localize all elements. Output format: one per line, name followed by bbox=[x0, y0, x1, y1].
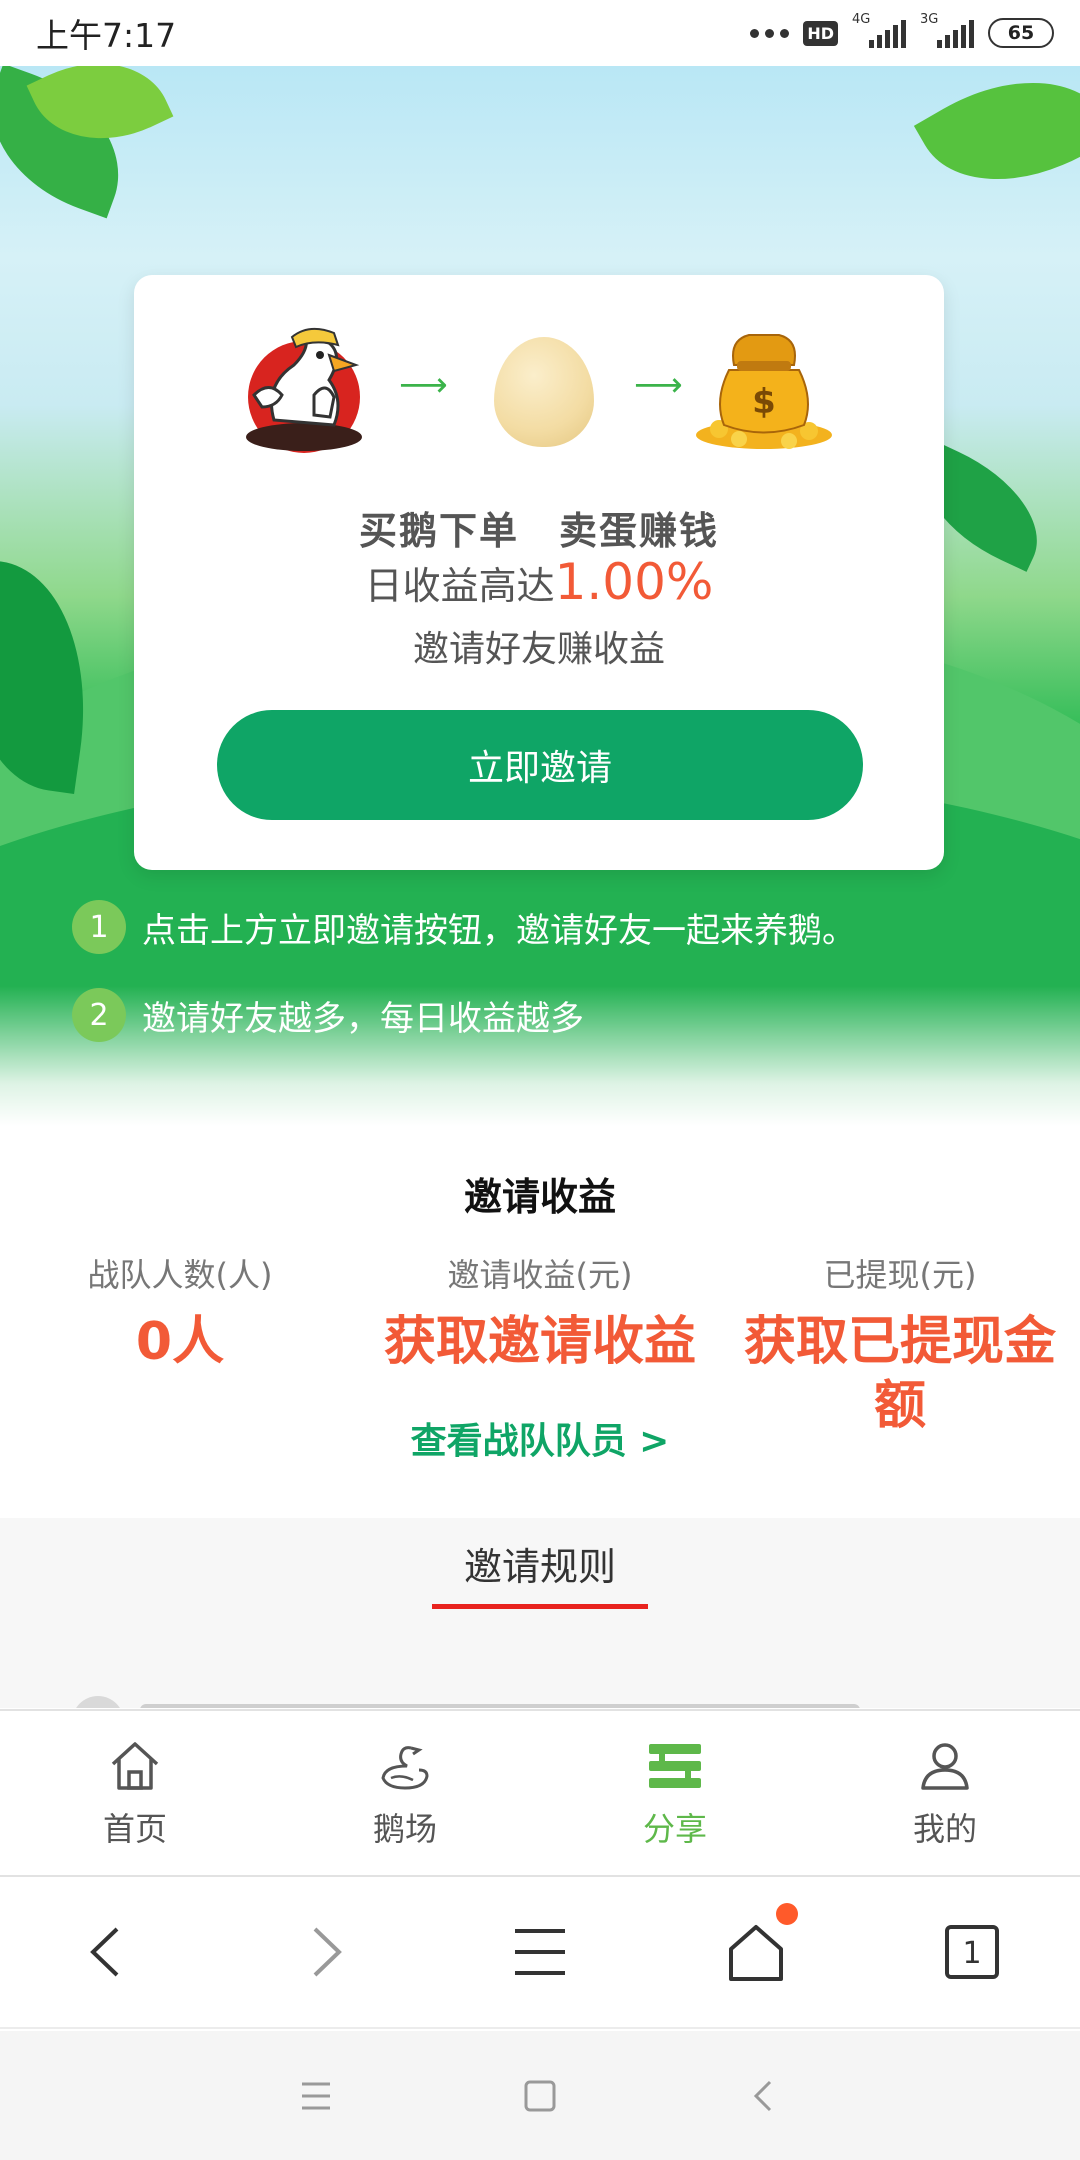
step-item: 2 邀请好友越多，每日收益越多 bbox=[72, 988, 584, 1042]
goose-mascot-icon bbox=[246, 327, 362, 453]
step-text: 邀请好友越多，每日收益越多 bbox=[142, 998, 584, 1039]
browser-home-button[interactable] bbox=[648, 1877, 864, 2027]
tab-share[interactable]: 分享 bbox=[540, 1711, 810, 1875]
recents-icon[interactable] bbox=[294, 2074, 338, 2118]
square-home-icon[interactable] bbox=[518, 2074, 562, 2118]
stat-label: 已提现(元) bbox=[823, 1256, 977, 1294]
arrow-right-icon: ⟶ bbox=[634, 365, 683, 405]
card-rate-prefix: 日收益高达 bbox=[364, 564, 555, 608]
tab-label: 分享 bbox=[642, 1810, 707, 1848]
browser-tabs-button[interactable]: 1 bbox=[864, 1877, 1080, 2027]
step-item: 1 点击上方立即邀请按钮，邀请好友一起来养鹅。 bbox=[72, 900, 856, 954]
browser-menu-button[interactable] bbox=[432, 1877, 648, 2027]
notification-dot bbox=[776, 1903, 798, 1925]
back-icon[interactable] bbox=[742, 2074, 786, 2118]
tab-goose-farm[interactable]: 鹅场 bbox=[270, 1711, 540, 1875]
tab-label: 鹅场 bbox=[372, 1810, 437, 1848]
tab-label: 我的 bbox=[912, 1810, 977, 1848]
battery-icon: 65 bbox=[988, 18, 1054, 48]
leaf-decoration bbox=[913, 66, 1080, 222]
money-bag-icon: $ bbox=[696, 334, 832, 449]
stat-value: 获取邀请收益 bbox=[383, 1312, 696, 1372]
daily-rate: 1.00% bbox=[554, 553, 714, 611]
stat-value: 0人 bbox=[135, 1312, 225, 1372]
stat-team-count: 战队人数(人) 0人 bbox=[0, 1250, 360, 1374]
battery-level: 65 bbox=[1007, 22, 1035, 44]
home-icon bbox=[111, 1742, 159, 1790]
svg-text:$: $ bbox=[752, 382, 776, 422]
menu-icon bbox=[515, 1929, 565, 1975]
tabs-icon: 1 bbox=[945, 1925, 999, 1979]
step-number: 1 bbox=[72, 900, 126, 954]
app-page: 上午7:17 HD 4G 3G 65 ⟶ ⟶ $ 买鹅下单 卖蛋赚钱 日收益高达… bbox=[0, 0, 1080, 2160]
process-illustration: ⟶ ⟶ $ bbox=[134, 325, 944, 455]
signal-3g-icon: 3G bbox=[920, 12, 974, 50]
status-icons: HD 4G 3G 65 bbox=[750, 12, 1054, 50]
user-icon bbox=[921, 1743, 969, 1790]
tab-invite-rules[interactable]: 邀请规则 bbox=[0, 1536, 1080, 1591]
signal-4g-icon: 4G bbox=[852, 12, 906, 50]
share-icon bbox=[649, 1744, 701, 1788]
stat-label: 邀请收益(元) bbox=[447, 1256, 633, 1294]
tab-active-indicator bbox=[432, 1604, 648, 1609]
more-dots-icon bbox=[750, 28, 790, 38]
arrow-right-icon: ⟶ bbox=[399, 365, 448, 405]
chevron-left-icon bbox=[90, 1927, 119, 1977]
home-icon bbox=[729, 1925, 783, 1981]
tab-home[interactable]: 首页 bbox=[0, 1711, 270, 1875]
stat-withdrawn: 已提现(元) 获取已提现金额 bbox=[720, 1250, 1080, 1438]
browser-back-button[interactable] bbox=[0, 1877, 216, 2027]
status-bar: 上午7:17 HD 4G 3G 65 bbox=[0, 0, 1080, 66]
card-headline: 买鹅下单 卖蛋赚钱 bbox=[358, 509, 719, 553]
rules-first-item-peek bbox=[72, 1696, 872, 1708]
stat-label: 战队人数(人) bbox=[87, 1256, 273, 1294]
card-subline: 邀请好友赚收益 bbox=[412, 629, 665, 670]
invite-now-button[interactable]: 立即邀请 bbox=[217, 710, 863, 820]
earnings-title: 邀请收益 bbox=[463, 1175, 616, 1219]
tab-mine[interactable]: 我的 bbox=[810, 1711, 1080, 1875]
card-rate-line: 日收益高达1.00% bbox=[134, 553, 944, 611]
rules-section: 邀请规则 bbox=[0, 1518, 1080, 1708]
chevron-right-icon bbox=[313, 1927, 342, 1977]
system-navigation-bar bbox=[0, 2031, 1080, 2160]
egg-icon bbox=[494, 337, 594, 447]
tab-label: 首页 bbox=[102, 1810, 167, 1848]
browser-forward-button[interactable] bbox=[216, 1877, 432, 2027]
browser-toolbar: 1 bbox=[0, 1877, 1080, 2029]
step-number: 2 bbox=[72, 988, 126, 1042]
hd-badge: HD bbox=[803, 20, 838, 46]
step-text: 点击上方立即邀请按钮，邀请好友一起来养鹅。 bbox=[142, 910, 856, 951]
tab-count: 1 bbox=[962, 1936, 981, 1971]
status-time: 上午7:17 bbox=[36, 16, 177, 55]
goose-icon bbox=[381, 1746, 429, 1790]
stat-invite-income: 邀请收益(元) 获取邀请收益 bbox=[360, 1250, 720, 1374]
view-team-members-link[interactable]: 查看战队队员 > bbox=[0, 1412, 1080, 1464]
invite-card: ⟶ ⟶ $ 买鹅下单 卖蛋赚钱 日收益高达1.00% 邀请好友赚收益 立即邀请 bbox=[134, 275, 944, 870]
bottom-tab-bar: 首页 鹅场 分享 我的 bbox=[0, 1709, 1080, 1877]
